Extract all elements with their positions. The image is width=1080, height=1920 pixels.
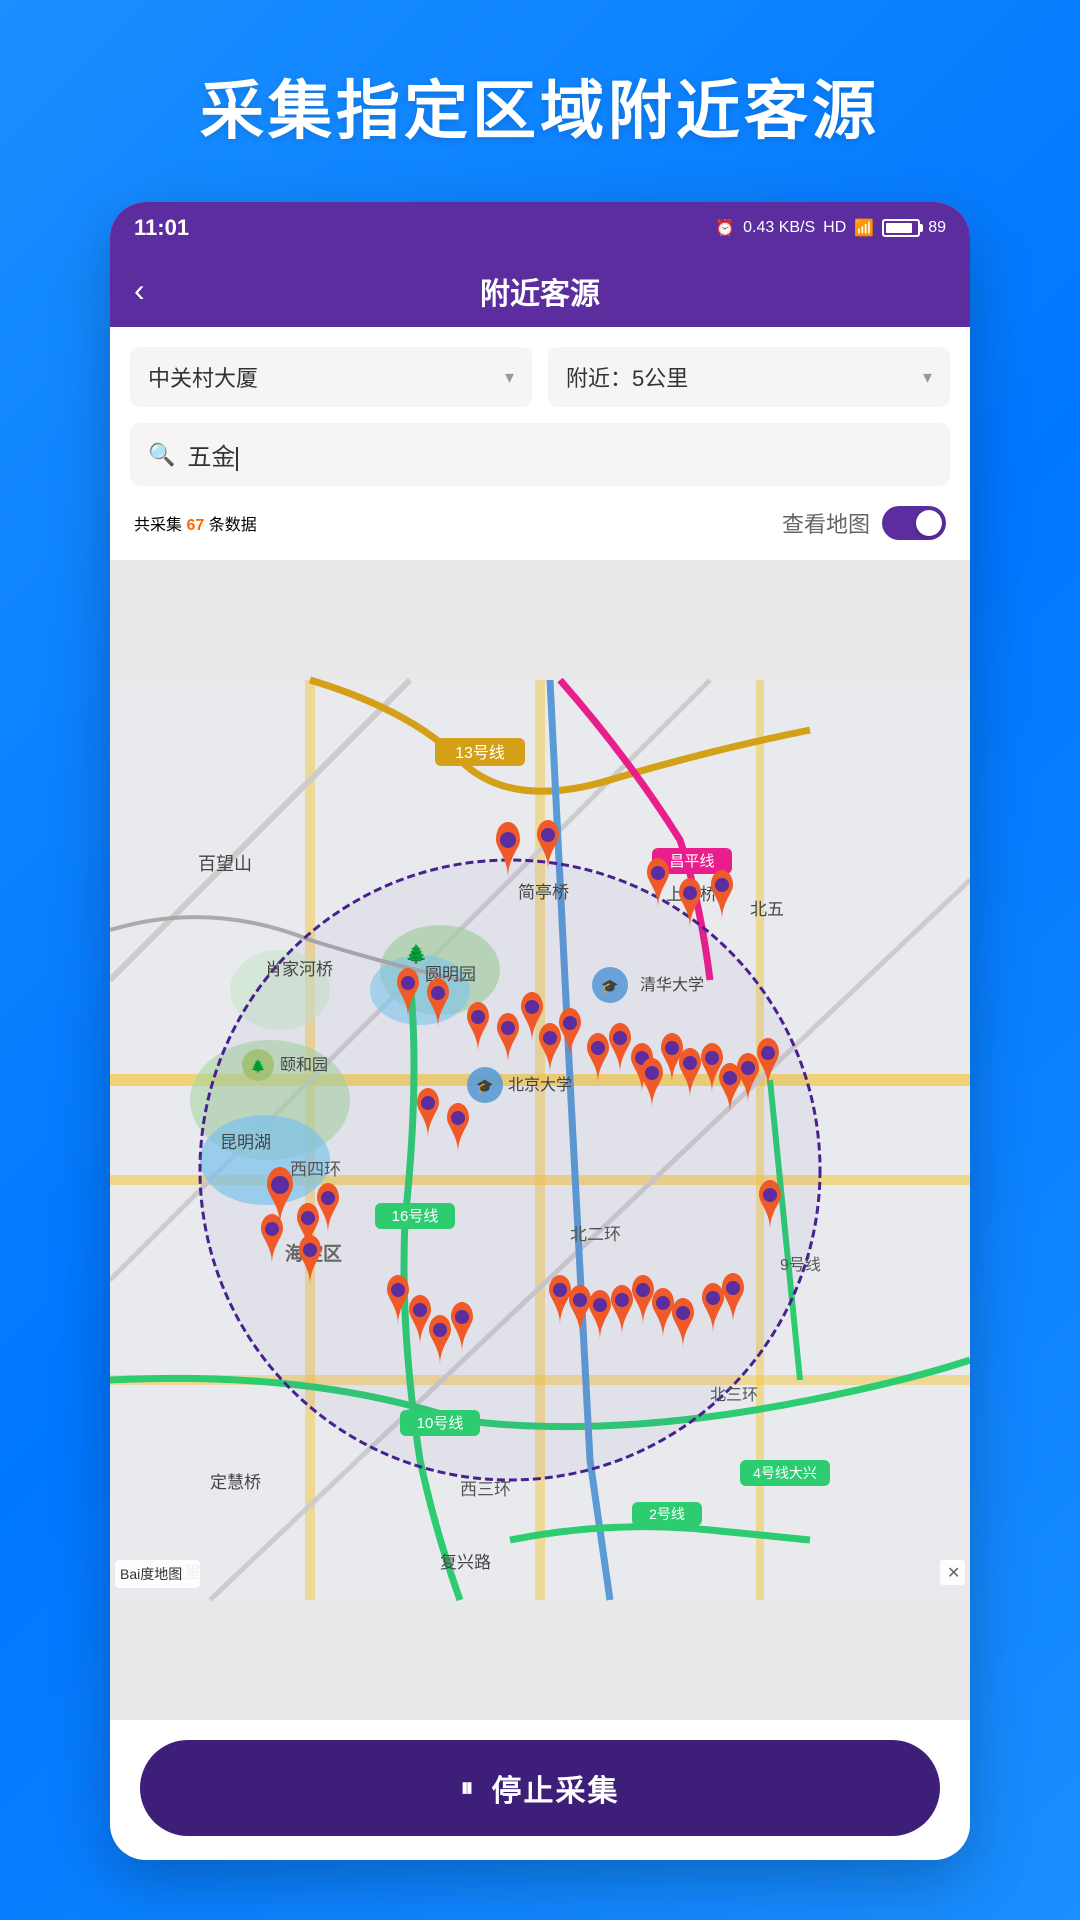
pause-icon: ⏸ (460, 1772, 475, 1804)
svg-text:昌平线: 昌平线 (669, 853, 714, 870)
svg-text:9号线: 9号线 (780, 1256, 821, 1274)
location-value: 中关村大厦 (148, 361, 258, 393)
svg-text:简亭桥: 简亭桥 (518, 883, 569, 902)
stop-collect-button[interactable]: ⏸ 停止采集 (140, 1740, 940, 1836)
stats-suffix: 条数据 (209, 517, 257, 534)
page-title: 附近客源 (480, 269, 600, 313)
svg-text:Bai度地图: Bai度地图 (120, 1566, 182, 1582)
battery-percent: 89 (928, 219, 946, 237)
svg-text:北京大学: 北京大学 (508, 1076, 572, 1094)
stats-row: 共采集 67 条数据 查看地图 (130, 500, 950, 550)
battery-icon (882, 219, 920, 237)
svg-text:北二环: 北二环 (570, 1225, 621, 1244)
network-type: 📶 (854, 218, 874, 238)
map-toggle-area: 查看地图 (782, 506, 946, 540)
map-view-toggle[interactable] (882, 506, 946, 540)
svg-text:肖家河桥: 肖家河桥 (265, 960, 333, 979)
svg-text:🎓: 🎓 (601, 978, 618, 995)
map-toggle-label: 查看地图 (782, 507, 870, 539)
status-icons: ⏰ 0.43 KB/S HD 📶 89 (715, 218, 946, 238)
toggle-knob (916, 510, 942, 536)
stats-prefix: 共采集 (134, 517, 182, 534)
svg-text:定慧桥: 定慧桥 (210, 1473, 261, 1492)
svg-text:✕: ✕ (947, 1565, 960, 1582)
clock-icon: ⏰ (715, 218, 735, 238)
status-time: 11:01 (134, 215, 189, 241)
collect-btn-area: ⏸ 停止采集 (110, 1720, 970, 1860)
search-box[interactable]: 🔍 五金 (130, 423, 950, 486)
phone-frame: 11:01 ⏰ 0.43 KB/S HD 📶 89 ‹ 附近客源 中关村大厦 ▾… (110, 202, 970, 1860)
battery-fill (886, 223, 912, 233)
svg-text:🌲: 🌲 (251, 1059, 266, 1073)
network-speed: 0.43 KB/S (743, 219, 815, 237)
app-header: ‹ 附近客源 (110, 254, 970, 327)
stop-collect-label: 停止采集 (492, 1766, 620, 1810)
svg-text:🌲: 🌲 (405, 943, 427, 964)
svg-text:🎓: 🎓 (476, 1078, 493, 1095)
chevron-down-icon-2: ▾ (923, 367, 932, 388)
stats-text: 共采集 67 条数据 (134, 511, 257, 535)
svg-text:西三环: 西三环 (460, 1480, 511, 1499)
hd-label: HD (823, 219, 846, 237)
hero-title: 采集指定区域附近客源 (160, 0, 920, 202)
back-button[interactable]: ‹ (134, 272, 178, 309)
location-select[interactable]: 中关村大厦 ▾ (130, 347, 532, 407)
status-bar: 11:01 ⏰ 0.43 KB/S HD 📶 89 (110, 202, 970, 254)
svg-text:颐和园: 颐和园 (280, 1056, 328, 1074)
svg-text:16号线: 16号线 (392, 1208, 439, 1225)
svg-text:10号线: 10号线 (417, 1415, 464, 1432)
search-icon: 🔍 (148, 442, 175, 468)
svg-text:13号线: 13号线 (455, 744, 505, 762)
chevron-down-icon: ▾ (505, 367, 514, 388)
distance-select[interactable]: 附近：5公里 ▾ (548, 347, 950, 407)
svg-text:清华大学: 清华大学 (640, 976, 704, 994)
select-row: 中关村大厦 ▾ 附近：5公里 ▾ (130, 347, 950, 407)
svg-text:百望山: 百望山 (198, 854, 252, 874)
stats-count: 67 (186, 517, 204, 534)
map-container[interactable]: 13号线 昌平线 16号线 10号线 2号线 4号线大兴 9号线 百望山 肖家河… (110, 560, 970, 1720)
svg-text:北五: 北五 (750, 900, 784, 919)
svg-text:西四环: 西四环 (290, 1160, 341, 1179)
svg-text:4号线大兴: 4号线大兴 (753, 1465, 817, 1481)
svg-text:复兴路: 复兴路 (440, 1553, 491, 1572)
map-svg: 13号线 昌平线 16号线 10号线 2号线 4号线大兴 9号线 百望山 肖家河… (110, 560, 970, 1720)
controls-area: 中关村大厦 ▾ 附近：5公里 ▾ 🔍 五金 共采集 67 条数据 查看地图 (110, 327, 970, 560)
search-input[interactable]: 五金 (187, 437, 932, 472)
distance-value: 附近：5公里 (566, 361, 688, 393)
svg-text:昆明湖: 昆明湖 (220, 1133, 271, 1152)
svg-text:2号线: 2号线 (649, 1506, 685, 1522)
svg-text:北三环: 北三环 (710, 1386, 758, 1404)
